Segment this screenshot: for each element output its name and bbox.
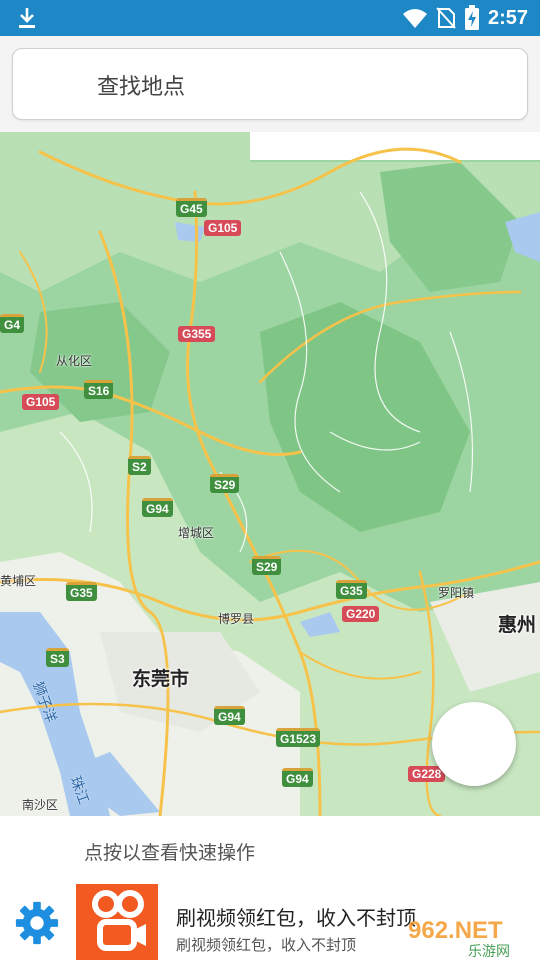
clock: 2:57 <box>487 6 528 29</box>
city-label: 惠州 <box>498 614 537 636</box>
ad-subtitle: 刷视频领红包，收入不封顶 <box>176 936 357 954</box>
no-sim-icon <box>436 7 456 29</box>
road-shield: G94 <box>214 706 245 725</box>
road-shield: S29 <box>210 474 240 493</box>
status-bar: 2:57 <box>0 0 540 36</box>
road-shield: G35 <box>336 580 367 599</box>
road-shield: G220 <box>342 606 380 622</box>
search-placeholder: 查找地点 <box>97 75 186 100</box>
place-label: 黄埔区 <box>0 574 37 588</box>
floating-action-button[interactable] <box>432 702 516 786</box>
road-shield: G94 <box>142 498 173 517</box>
search-area: 查找地点 <box>0 36 540 132</box>
road-shield: G4 <box>0 314 25 333</box>
quick-actions-hint-bar[interactable]: 点按以查看快速操作 <box>0 816 540 884</box>
place-label: 南沙区 <box>22 798 59 812</box>
wifi-icon <box>402 9 427 28</box>
download-icon <box>19 8 35 28</box>
search-input[interactable]: 查找地点 <box>12 48 528 120</box>
road-shield: G45 <box>176 198 207 217</box>
road-shield: G105 <box>22 394 60 410</box>
ad-title: 刷视频领红包，收入不封顶 <box>176 906 416 930</box>
gear-icon[interactable] <box>14 900 60 946</box>
place-label: 增城区 <box>178 526 215 540</box>
road-shield: S29 <box>252 556 282 575</box>
place-label: 从化区 <box>56 354 93 368</box>
battery-charging-icon <box>464 5 479 30</box>
road-shield: G35 <box>66 582 97 601</box>
ad-banner[interactable]: 刷视频领红包，收入不封顶 刷视频领红包，收入不封顶 962.NET 乐游网 <box>0 884 540 960</box>
road-shield: G1523 <box>276 728 321 747</box>
quick-actions-hint: 点按以查看快速操作 <box>84 842 256 864</box>
road-shield: S16 <box>84 380 114 399</box>
road-shield: G105 <box>204 220 242 236</box>
road-shield: S3 <box>46 648 69 667</box>
road-shield: S2 <box>128 456 151 475</box>
watermark-text: 962.NET <box>408 917 503 944</box>
app-icon[interactable] <box>76 884 158 960</box>
watermark-sub: 乐游网 <box>468 944 510 958</box>
video-app-logo-icon <box>92 890 146 951</box>
road-shield: G355 <box>178 326 216 342</box>
road-shield: G94 <box>282 768 313 787</box>
place-label: 罗阳镇 <box>438 586 475 600</box>
city-label: 东莞市 <box>132 668 190 690</box>
place-label: 博罗县 <box>218 612 255 626</box>
watermark-logo: 962.NET 乐游网 <box>408 917 510 958</box>
